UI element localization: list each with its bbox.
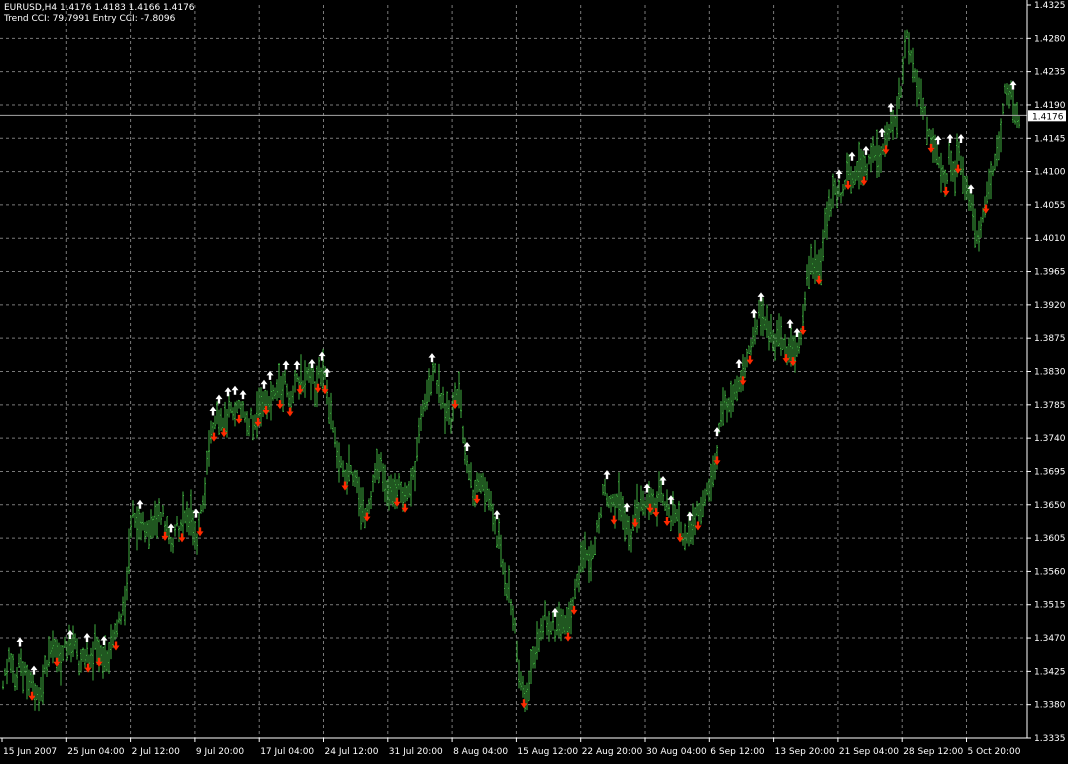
y-tick-label: 1.4325 [1034,1,1066,11]
y-tick-label: 1.3830 [1034,368,1066,378]
x-tick-label: 25 Jun 04:00 [67,747,124,757]
x-tick-label: 6 Sep 12:00 [710,747,765,757]
x-tick-label: 9 Jul 20:00 [196,747,245,757]
x-tick-label: 21 Sep 04:00 [839,747,899,757]
x-tick-label: 22 Aug 20:00 [582,747,643,757]
y-tick-label: 1.3380 [1034,701,1066,711]
y-tick-label: 1.4280 [1034,34,1066,44]
x-tick-label: 15 Aug 12:00 [517,747,578,757]
current-price-label: 1.4176 [1032,112,1064,122]
y-tick-label: 1.3920 [1034,301,1066,311]
x-tick-label: 15 Jun 2007 [3,747,57,757]
y-tick-label: 1.3515 [1034,601,1066,611]
y-tick-label: 1.3470 [1034,634,1066,644]
x-tick-label: 13 Sep 20:00 [775,747,835,757]
x-tick-label: 2 Jul 12:00 [132,747,181,757]
chart-svg[interactable]: 1.4176 1.4325 1.4280 1.4235 1.4190 1.4145 1.4… [0,0,1068,760]
y-tick-label: 1.3425 [1034,667,1066,677]
indicator-info: Trend CCI: 79.7991 Entry CCI: -7.8096 [4,14,176,24]
y-tick-label: 1.4190 [1034,101,1066,111]
x-tick-label: 30 Aug 04:00 [646,747,707,757]
x-tick-label: 31 Jul 20:00 [389,747,443,757]
x-tick-label: 8 Aug 04:00 [453,747,508,757]
x-tick-label: 5 Oct 20:00 [968,747,1021,757]
y-tick-label: 1.3785 [1034,401,1066,411]
y-tick-label: 1.3605 [1034,534,1066,544]
y-tick-label: 1.3875 [1034,334,1066,344]
x-tick-label: 24 Jul 12:00 [325,747,379,757]
y-tick-label: 1.3740 [1034,434,1066,444]
y-tick-label: 1.4010 [1034,234,1066,244]
x-tick-label: 28 Sep 12:00 [903,747,963,757]
symbol-info: EURUSD,H4 1.4176 1.4183 1.4166 1.4176 [4,3,195,13]
y-tick-label: 1.4235 [1034,68,1066,78]
y-tick-label: 1.3560 [1034,567,1066,577]
y-tick-label: 1.4100 [1034,168,1066,178]
x-tick-label: 17 Jul 04:00 [260,747,314,757]
y-tick-label: 1.3965 [1034,268,1066,278]
price-chart[interactable]: 1.4176 1.4325 1.4280 1.4235 1.4190 1.4145 1.4… [0,0,1068,760]
y-tick-label: 1.3335 [1034,734,1066,744]
y-tick-label: 1.3695 [1034,467,1066,477]
y-tick-label: 1.4055 [1034,201,1066,211]
y-tick-label: 1.3650 [1034,501,1066,511]
y-tick-label: 1.4145 [1034,134,1066,144]
